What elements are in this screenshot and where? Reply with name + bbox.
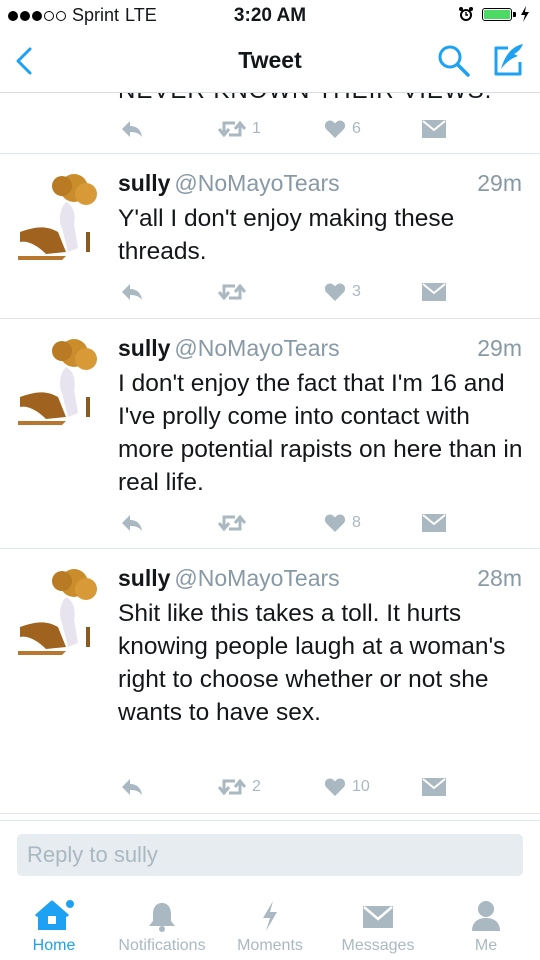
tweet-text: NEVER KNOWN THEIR VIEWS. [118, 93, 492, 105]
charging-icon [521, 6, 529, 22]
reply-icon [122, 121, 142, 137]
envelope-icon [363, 906, 393, 928]
retweet-count: 2 [252, 778, 261, 795]
tweet-text: Shit like this takes a toll. It hurts kn… [118, 600, 506, 726]
tweet-text: I don't enjoy the fact that I'm 16 and I… [118, 370, 523, 496]
like-count: 8 [352, 514, 361, 531]
tweet-timestamp: 29m [477, 335, 522, 361]
tab-label: Me [474, 937, 498, 954]
retweet-button[interactable] [218, 511, 252, 535]
tweet-timestamp: 29m [477, 170, 522, 196]
tab-bar: Home Notifications Moments Messages Me [0, 888, 540, 960]
nav-bar: Tweet [0, 30, 540, 93]
heart-icon [324, 514, 346, 532]
retweet-button[interactable]: 2 [218, 775, 261, 799]
lightning-icon [263, 901, 277, 931]
like-count: 6 [352, 120, 361, 137]
tab-moments[interactable]: Moments [210, 888, 330, 960]
envelope-icon [422, 514, 446, 532]
tweet-header: sully @NoMayoTears 28m [118, 565, 522, 592]
retweet-icon [218, 778, 246, 796]
heart-icon [324, 120, 346, 138]
tab-label: Moments [237, 937, 303, 954]
direct-message-button[interactable] [422, 511, 446, 535]
tweet-actions: 2 10 [118, 775, 538, 799]
reply-input[interactable] [17, 834, 523, 876]
partial-tweet[interactable]: NEVER KNOWN THEIR VIEWS. 1 6 [0, 93, 540, 154]
like-button[interactable]: 6 [324, 117, 361, 141]
tweet-header: sully @NoMayoTears 29m [118, 170, 522, 197]
like-button[interactable]: 3 [324, 280, 361, 304]
tab-label: Home [32, 937, 76, 954]
tab-label: Messages [341, 937, 415, 954]
envelope-icon [422, 120, 446, 138]
direct-message-button[interactable] [422, 280, 446, 304]
battery-icon [482, 7, 516, 21]
avatar[interactable] [16, 172, 106, 262]
reply-icon [122, 515, 142, 531]
avatar[interactable] [16, 567, 106, 657]
status-bar: Sprint LTE 3:20 AM [0, 0, 540, 30]
bell-icon [149, 903, 175, 932]
person-icon [472, 901, 500, 931]
reply-button[interactable] [120, 775, 144, 799]
search-icon[interactable] [437, 44, 471, 78]
tweet-timestamp: 28m [477, 565, 522, 591]
author-name[interactable]: sully [118, 170, 170, 196]
envelope-icon [422, 283, 446, 301]
retweet-count: 1 [252, 120, 261, 137]
tweet-item[interactable]: sully @NoMayoTears 28m Shit like this tak… [0, 549, 540, 814]
reply-icon [122, 284, 142, 300]
reply-icon [122, 779, 142, 795]
like-button[interactable]: 10 [324, 775, 370, 799]
tab-home[interactable]: Home [0, 888, 114, 960]
compose-icon[interactable] [490, 42, 526, 78]
tab-label: Notifications [118, 937, 206, 954]
tweet-actions: 3 [118, 280, 538, 304]
retweet-button[interactable] [218, 280, 252, 304]
author-handle[interactable]: @NoMayoTears [174, 335, 339, 361]
direct-message-button[interactable] [422, 775, 446, 799]
heart-icon [324, 283, 346, 301]
tab-notifications[interactable]: Notifications [102, 888, 222, 960]
reply-button[interactable] [120, 511, 144, 535]
retweet-icon [218, 514, 246, 532]
retweet-icon [218, 120, 246, 138]
tweet-item[interactable]: sully @NoMayoTears 29m Y'all I don't enjo… [0, 154, 540, 319]
alarm-icon [459, 7, 473, 21]
tab-messages[interactable]: Messages [318, 888, 438, 960]
author-handle[interactable]: @NoMayoTears [174, 170, 339, 196]
like-count: 3 [352, 283, 361, 300]
author-name[interactable]: sully [118, 565, 170, 591]
like-button[interactable]: 8 [324, 511, 361, 535]
tweet-actions: 1 6 [118, 117, 538, 141]
tweet-actions: 8 [118, 511, 538, 535]
home-icon [35, 900, 74, 930]
heart-icon [324, 778, 346, 796]
direct-message-button[interactable] [422, 117, 446, 141]
reply-button[interactable] [120, 117, 144, 141]
envelope-icon [422, 778, 446, 796]
reply-button[interactable] [120, 280, 144, 304]
avatar[interactable] [16, 337, 106, 427]
author-name[interactable]: sully [118, 335, 170, 361]
tweet-header: sully @NoMayoTears 29m [118, 335, 522, 362]
retweet-icon [218, 283, 246, 301]
retweet-button[interactable]: 1 [218, 117, 261, 141]
tab-me[interactable]: Me [426, 888, 540, 960]
tweet-text: Y'all I don't enjoy making these threads… [118, 205, 455, 265]
reply-bar [0, 820, 540, 889]
like-count: 10 [352, 778, 370, 795]
author-handle[interactable]: @NoMayoTears [174, 565, 339, 591]
tweet-item[interactable]: sully @NoMayoTears 29m I don't enjoy the … [0, 319, 540, 549]
